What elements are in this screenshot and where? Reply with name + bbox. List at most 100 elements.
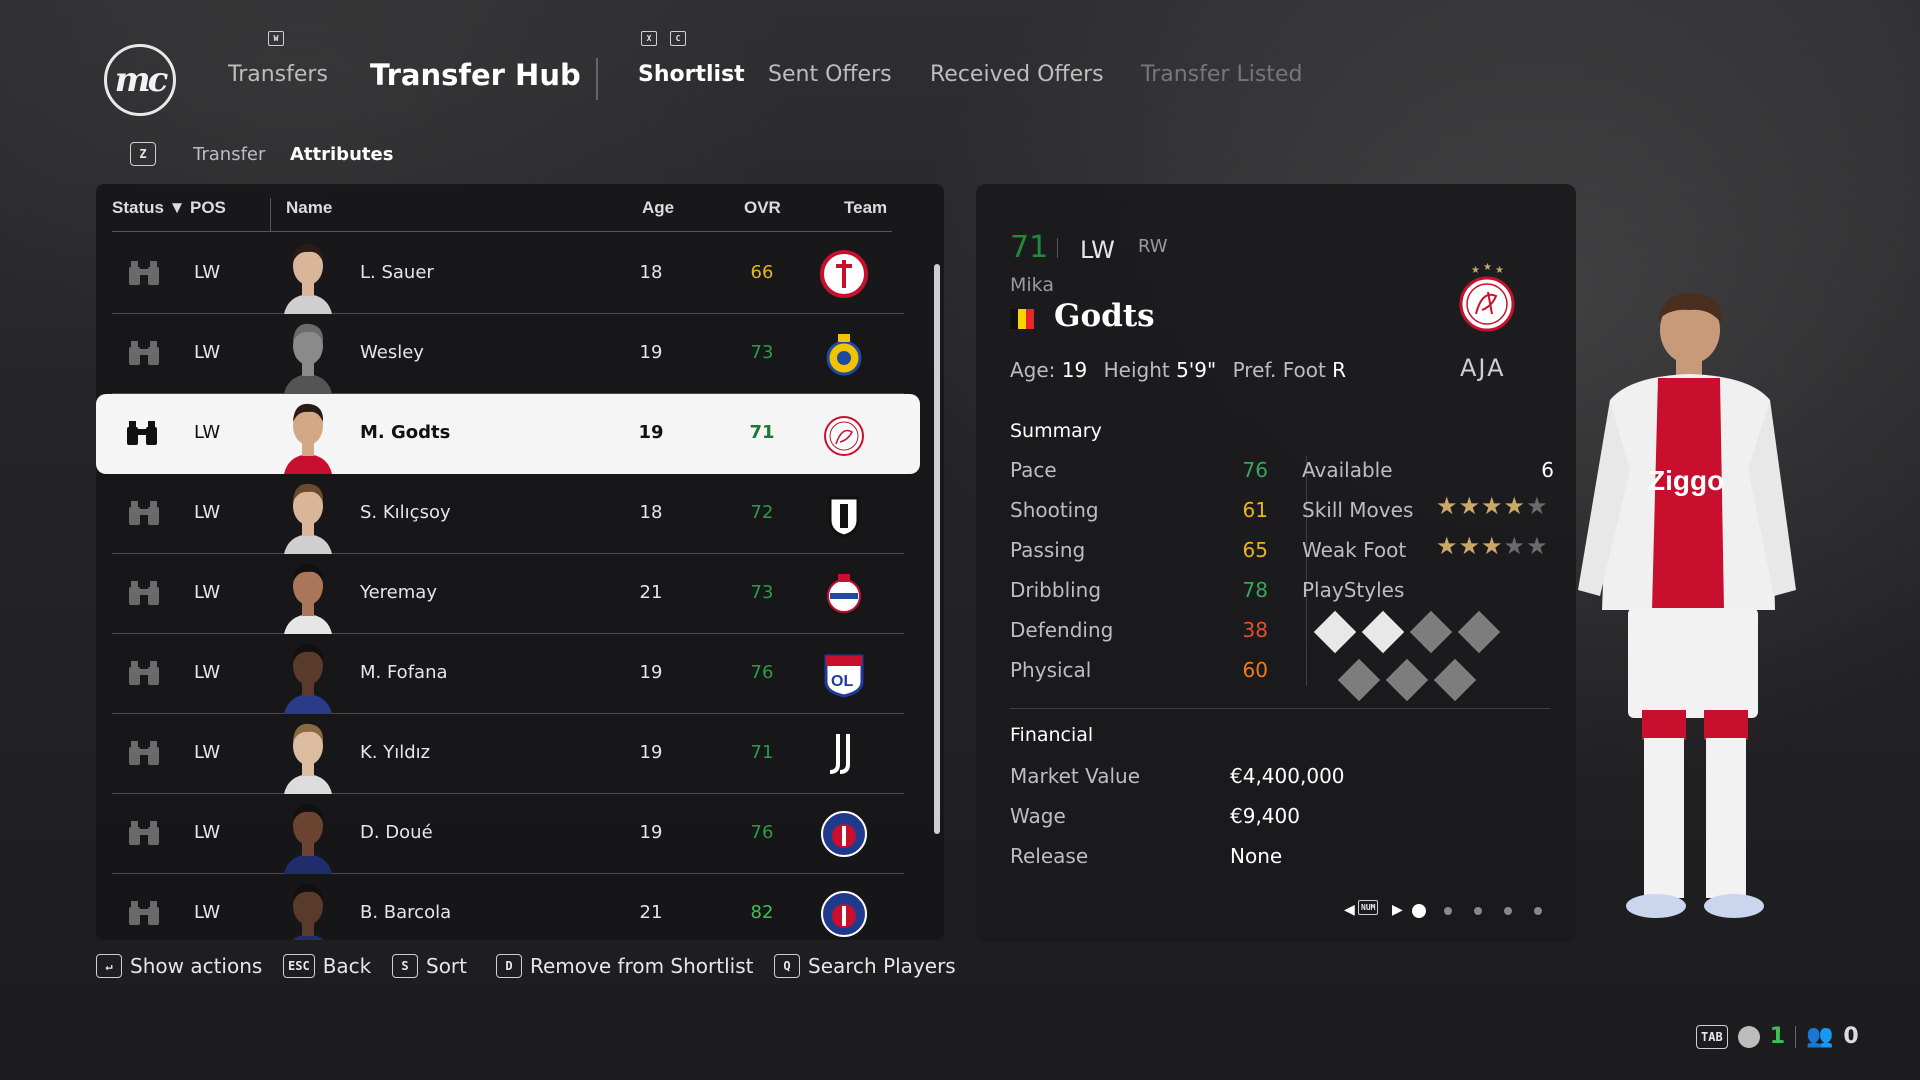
al-nassr-badge-icon [820, 330, 868, 378]
star-filled-icon: ★ [1436, 492, 1459, 520]
tab-received-offers[interactable]: Received Offers [930, 62, 1104, 87]
player-age-cell: 19 [639, 662, 663, 683]
users-icon[interactable]: 👥 [1806, 1024, 1833, 1049]
player-portrait [280, 396, 336, 474]
pager-next-icon[interactable]: ▶ [1392, 902, 1403, 918]
page-title: Transfer Hub [370, 58, 581, 92]
key-hint-z: Z [130, 142, 156, 166]
table-row[interactable]: LW Wesley 19 73 [112, 314, 904, 394]
pager-dot[interactable] [1474, 907, 1482, 915]
available-value: 6 [1541, 458, 1554, 482]
table-row[interactable]: LW B. Barcola 21 82 [112, 874, 904, 940]
table-row[interactable]: LW K. Yıldız 19 71 [112, 714, 904, 794]
player-model-image: Ziggo [1570, 290, 1800, 990]
player-position-cell: LW [194, 582, 221, 603]
shortlist-binoculars-icon [126, 739, 162, 767]
ovr-divider [1057, 238, 1058, 258]
feyenoord-badge-icon [820, 250, 868, 298]
player-name-cell: L. Sauer [360, 262, 434, 283]
player-name-cell: M. Godts [360, 422, 451, 443]
tab-sent-offers[interactable]: Sent Offers [768, 62, 892, 87]
remove-from-shortlist-button[interactable]: D Remove from Shortlist [496, 954, 753, 978]
playstyle-icon[interactable] [1313, 610, 1357, 654]
club-abbreviation: AJA [1460, 354, 1506, 382]
player-ovr-cell: 66 [750, 262, 774, 283]
column-pos[interactable]: POS [190, 198, 226, 218]
search-players-label: Search Players [808, 954, 956, 978]
shortlist-binoculars-icon [126, 579, 162, 607]
age-value: 19 [1061, 358, 1088, 382]
table-row[interactable]: LW M. Fofana 19 76 OL [112, 634, 904, 714]
playstyle-empty-slot [1337, 658, 1381, 702]
pager-prev-icon[interactable]: ◀ [1344, 902, 1355, 918]
attribute-label: Dribbling [1010, 578, 1102, 602]
status-tray: TAB 1 👥 0 [1696, 1024, 1859, 1049]
wage-label: Wage [1010, 804, 1066, 828]
playstyles-label: PlayStyles [1302, 578, 1405, 602]
pager-dot[interactable] [1504, 907, 1512, 915]
key-hint-enter: ↵ [96, 954, 122, 978]
subtab-attributes[interactable]: Attributes [290, 144, 393, 165]
player-age-cell: 19 [639, 342, 663, 363]
available-label: Available [1302, 458, 1393, 482]
player-portrait [280, 636, 336, 714]
attribute-value: 78 [1242, 578, 1268, 602]
player-detail-panel: 71 LW RW Mika Godts Age: 19 Height 5'9" … [976, 184, 1576, 942]
juventus-badge-icon [820, 730, 868, 778]
key-hint-tab: TAB [1696, 1024, 1728, 1049]
player-age-cell: 21 [639, 582, 663, 603]
player-age-cell: 18 [639, 502, 663, 523]
player-portrait [280, 796, 336, 874]
attribute-label: Physical [1010, 658, 1092, 682]
release-label: Release [1010, 844, 1089, 868]
column-status[interactable]: Status ▼ [112, 198, 186, 218]
star-filled-icon: ★ [1481, 532, 1504, 560]
table-row[interactable]: LW L. Sauer 18 66 [112, 234, 904, 314]
star-empty-icon: ★ [1526, 492, 1549, 520]
player-name-cell: Yeremay [360, 582, 437, 603]
table-row-selected[interactable]: LW M. Godts 19 71 [96, 394, 920, 474]
wage-value: €9,400 [1230, 804, 1300, 828]
player-first-name: Mika [1010, 274, 1054, 296]
table-row[interactable]: LW S. Kılıçsoy 18 72 [112, 474, 904, 554]
tray-divider [1795, 1025, 1796, 1048]
ajax-badge-icon [820, 410, 868, 458]
column-ovr[interactable]: OVR [744, 198, 781, 218]
tab-shortlist[interactable]: Shortlist [638, 62, 745, 87]
player-age-cell: 19 [638, 422, 664, 443]
tab-transfer-listed[interactable]: Transfer Listed [1141, 62, 1302, 87]
key-hint-x: X [641, 31, 657, 46]
sort-button[interactable]: S Sort [392, 954, 467, 978]
release-value: None [1230, 844, 1283, 868]
remove-from-shortlist-label: Remove from Shortlist [530, 954, 754, 978]
table-row[interactable]: LW D. Doué 19 76 [112, 794, 904, 874]
player-position-cell: LW [194, 342, 221, 363]
pager-dot[interactable] [1534, 907, 1542, 915]
key-hint-c: C [670, 31, 686, 46]
notification-icon[interactable] [1737, 1025, 1760, 1048]
column-name[interactable]: Name [286, 198, 332, 218]
star-filled-icon: ★ [1458, 492, 1482, 520]
age-label: Age: [1010, 358, 1056, 382]
subtab-transfer[interactable]: Transfer [193, 144, 265, 165]
star-empty-icon: ★ [1526, 532, 1549, 560]
list-scrollbar[interactable] [934, 264, 940, 834]
financial-title: Financial [1010, 724, 1094, 746]
nav-transfers[interactable]: Transfers [228, 62, 328, 87]
show-actions-button[interactable]: ↵ Show actions [96, 954, 262, 978]
playstyle-icon[interactable] [1361, 610, 1405, 654]
player-ovr-cell: 71 [749, 422, 775, 443]
column-age[interactable]: Age [642, 198, 674, 218]
search-players-button[interactable]: Q Search Players [774, 954, 956, 978]
player-age-cell: 19 [639, 822, 663, 843]
pager-dot-active[interactable] [1412, 904, 1426, 918]
svg-text:★: ★ [1483, 262, 1492, 273]
key-hint-q: Q [774, 954, 800, 978]
player-name-cell: S. Kılıçsoy [360, 502, 451, 523]
market-value-label: Market Value [1010, 764, 1141, 788]
column-team[interactable]: Team [844, 198, 887, 218]
back-button[interactable]: ESC Back [283, 954, 371, 978]
key-hint-d: D [496, 954, 522, 978]
pager-dot[interactable] [1444, 907, 1452, 915]
table-row[interactable]: LW Yeremay 21 73 [112, 554, 904, 634]
